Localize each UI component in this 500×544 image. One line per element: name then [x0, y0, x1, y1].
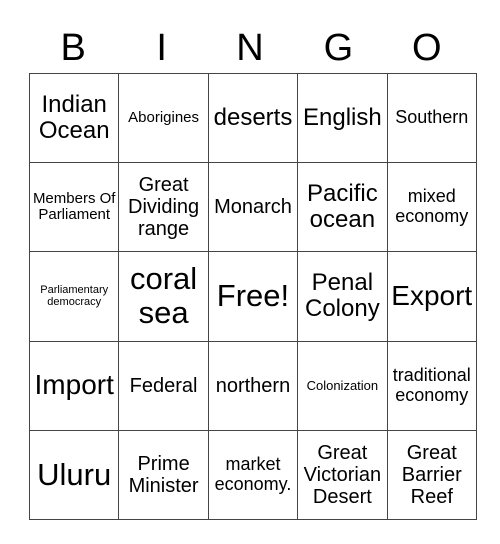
bingo-cell[interactable]: deserts [207, 72, 299, 164]
free-space-cell[interactable]: Free! [207, 251, 299, 342]
board-row: Members Of Parliament Great Dividing ran… [28, 162, 477, 253]
bingo-cell[interactable]: Great Victorian Desert [297, 429, 388, 520]
board-row: Indian Ocean Aborigines deserts English … [28, 72, 477, 164]
board-row: Uluru Prime Minister market economy. Gre… [28, 429, 477, 520]
bingo-board: Indian Ocean Aborigines deserts English … [28, 72, 477, 520]
bingo-cell[interactable]: English [297, 72, 388, 164]
bingo-cell[interactable]: mixed economy [386, 162, 477, 253]
bingo-cell[interactable]: Pacific ocean [297, 162, 388, 253]
bingo-cell[interactable]: Aborigines [118, 72, 209, 164]
bingo-cell[interactable]: Colonization [297, 340, 388, 431]
bingo-cell[interactable]: Monarch [207, 162, 299, 253]
bingo-cell[interactable]: Prime Minister [118, 429, 209, 520]
bingo-cell[interactable]: Penal Colony [297, 251, 388, 342]
bingo-cell[interactable]: Import [28, 340, 120, 431]
bingo-cell[interactable]: Federal [118, 340, 209, 431]
bingo-cell[interactable]: Export [386, 251, 477, 342]
bingo-header: B I N G O [29, 24, 471, 72]
header-letter-i: I [156, 27, 167, 69]
bingo-cell[interactable]: Uluru [28, 429, 120, 520]
board-row: Parliamentary democracy coral sea Free! … [28, 251, 477, 342]
header-letter-o: O [412, 27, 442, 69]
bingo-cell[interactable]: Great Dividing range [118, 162, 209, 253]
header-letter-b: B [60, 27, 86, 69]
bingo-cell[interactable]: traditional economy [386, 340, 477, 431]
bingo-cell[interactable]: Parliamentary democracy [28, 251, 120, 342]
bingo-cell[interactable]: coral sea [118, 251, 209, 342]
header-letter-g: G [323, 27, 354, 69]
bingo-cell[interactable]: Indian Ocean [28, 72, 120, 164]
bingo-cell[interactable]: market economy. [207, 429, 299, 520]
bingo-cell[interactable]: Southern [386, 72, 477, 164]
bingo-cell[interactable]: northern [207, 340, 299, 431]
bingo-cell[interactable]: Great Barrier Reef [386, 429, 477, 520]
header-letter-n: N [236, 27, 264, 69]
board-row: Import Federal northern Colonization tra… [28, 340, 477, 431]
bingo-cell[interactable]: Members Of Parliament [28, 162, 120, 253]
